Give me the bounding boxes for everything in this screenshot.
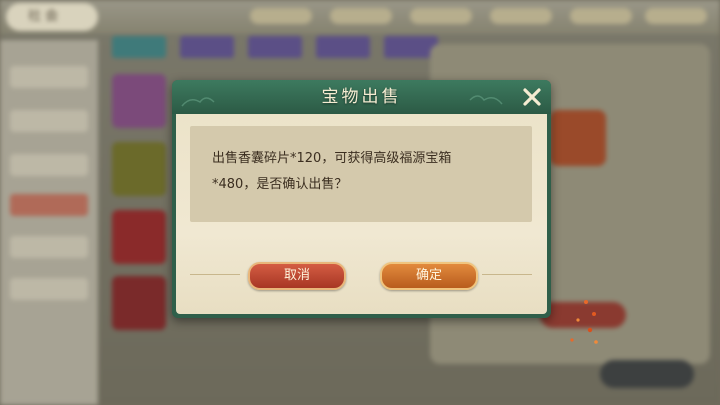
menu-item[interactable] (10, 110, 88, 132)
currency-chip (645, 8, 707, 24)
message-box: 出售香囊碎片*120，可获得高级福源宝箱 *480，是否确认出售？ (190, 126, 532, 222)
item-slot[interactable] (112, 276, 166, 330)
tab[interactable] (112, 36, 166, 58)
dialog-title-bar: 宝物出售 (172, 80, 551, 114)
back-button[interactable]: 社 会 (6, 3, 98, 31)
tab[interactable] (248, 36, 302, 58)
menu-item[interactable] (10, 236, 88, 258)
confirm-button[interactable]: 确定 (380, 262, 478, 290)
sell-confirm-dialog: 宝物出售 出售香囊碎片*120，可获得高级福源宝箱 *480，是否确认出售？ 取… (172, 80, 551, 318)
dialog-body: 出售香囊碎片*120，可获得高级福源宝箱 *480，是否确认出售？ 取消 确定 (176, 114, 547, 314)
close-button[interactable] (521, 86, 543, 108)
message-text: 出售香囊碎片*120，可获得高级福源宝箱 *480，是否确认出售？ (212, 146, 512, 198)
top-bar: 社 会 (0, 0, 720, 34)
currency-chip (490, 8, 552, 24)
menu-item[interactable] (10, 154, 88, 176)
item-slot[interactable] (112, 210, 166, 264)
currency-chip (410, 8, 472, 24)
currency-chip (330, 8, 392, 24)
menu-item[interactable] (10, 66, 88, 88)
message-line: 出售香囊碎片*120，可获得高级福源宝箱 (212, 151, 452, 166)
left-menu (0, 40, 98, 405)
tab[interactable] (316, 36, 370, 58)
action-button[interactable] (600, 360, 694, 388)
game-screen: 社 会 宝物出售 出售香囊碎片*120，可获得高级福源宝箱 *480，是否确认出… (0, 0, 720, 405)
dialog-title: 宝物出售 (321, 87, 402, 107)
currency-chip (250, 8, 312, 24)
menu-item-selected[interactable] (10, 194, 88, 216)
item-icon (550, 110, 606, 166)
spark-effect-icon (570, 300, 598, 344)
menu-item[interactable] (10, 278, 88, 300)
currency-chip (570, 8, 632, 24)
tab[interactable] (180, 36, 234, 58)
item-slot[interactable] (112, 74, 166, 128)
divider (190, 274, 240, 275)
message-line: *480，是否确认出售？ (212, 177, 348, 192)
cancel-button[interactable]: 取消 (248, 262, 346, 290)
close-icon (523, 88, 541, 106)
item-slot[interactable] (112, 142, 166, 196)
divider (482, 274, 532, 275)
